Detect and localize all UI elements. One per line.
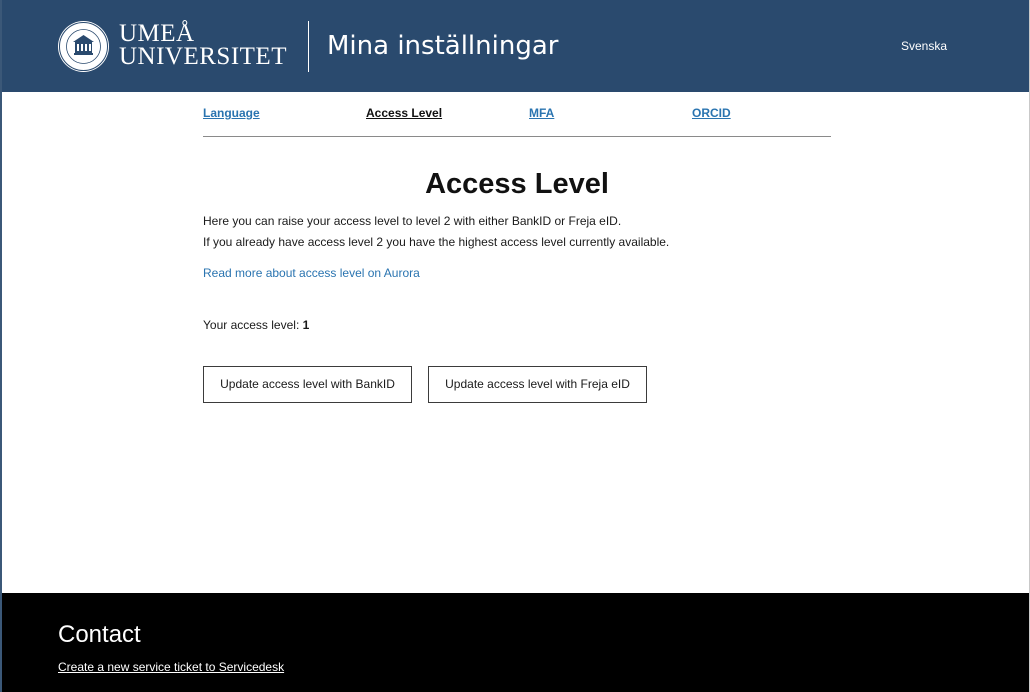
access-level-value: 1 <box>302 318 310 332</box>
header-divider <box>308 21 309 72</box>
tab-access-level[interactable]: Access Level <box>366 106 442 120</box>
update-bankid-button[interactable]: Update access level with BankID <box>203 366 412 403</box>
site-header: UMEÅ UNIVERSITET Mina inställningar Sven… <box>2 0 1029 92</box>
tab-mfa[interactable]: MFA <box>529 106 554 120</box>
app-title: Mina inställningar <box>327 31 559 61</box>
university-seal-graphic <box>59 22 108 71</box>
intro-text-line-2: If you already have access level 2 you h… <box>203 235 670 249</box>
tab-language[interactable]: Language <box>203 106 260 120</box>
settings-tabs: Language Access Level MFA ORCID <box>203 104 831 137</box>
access-level-status: Your access level: 1 <box>203 318 309 332</box>
footer-title: Contact <box>58 621 141 648</box>
site-footer: Contact Create a new service ticket to S… <box>2 593 1029 692</box>
update-freja-button[interactable]: Update access level with Freja eID <box>428 366 647 403</box>
university-wordmark[interactable]: UMEÅ UNIVERSITET <box>119 20 287 70</box>
page: UMEÅ UNIVERSITET Mina inställningar Sven… <box>0 0 1030 692</box>
servicedesk-ticket-link[interactable]: Create a new service ticket to Servicede… <box>58 660 284 674</box>
intro-text-line-1: Here you can raise your access level to … <box>203 214 622 228</box>
read-more-aurora-link[interactable]: Read more about access level on Aurora <box>203 266 420 280</box>
tab-orcid[interactable]: ORCID <box>692 106 731 120</box>
wordmark-line-2: UNIVERSITET <box>119 43 287 70</box>
language-toggle-link[interactable]: Svenska <box>901 39 947 53</box>
university-seal-icon[interactable] <box>58 21 109 72</box>
page-title: Access Level <box>425 168 609 200</box>
wordmark-line-1: UMEÅ <box>119 20 195 47</box>
access-level-label: Your access level: <box>203 318 300 332</box>
